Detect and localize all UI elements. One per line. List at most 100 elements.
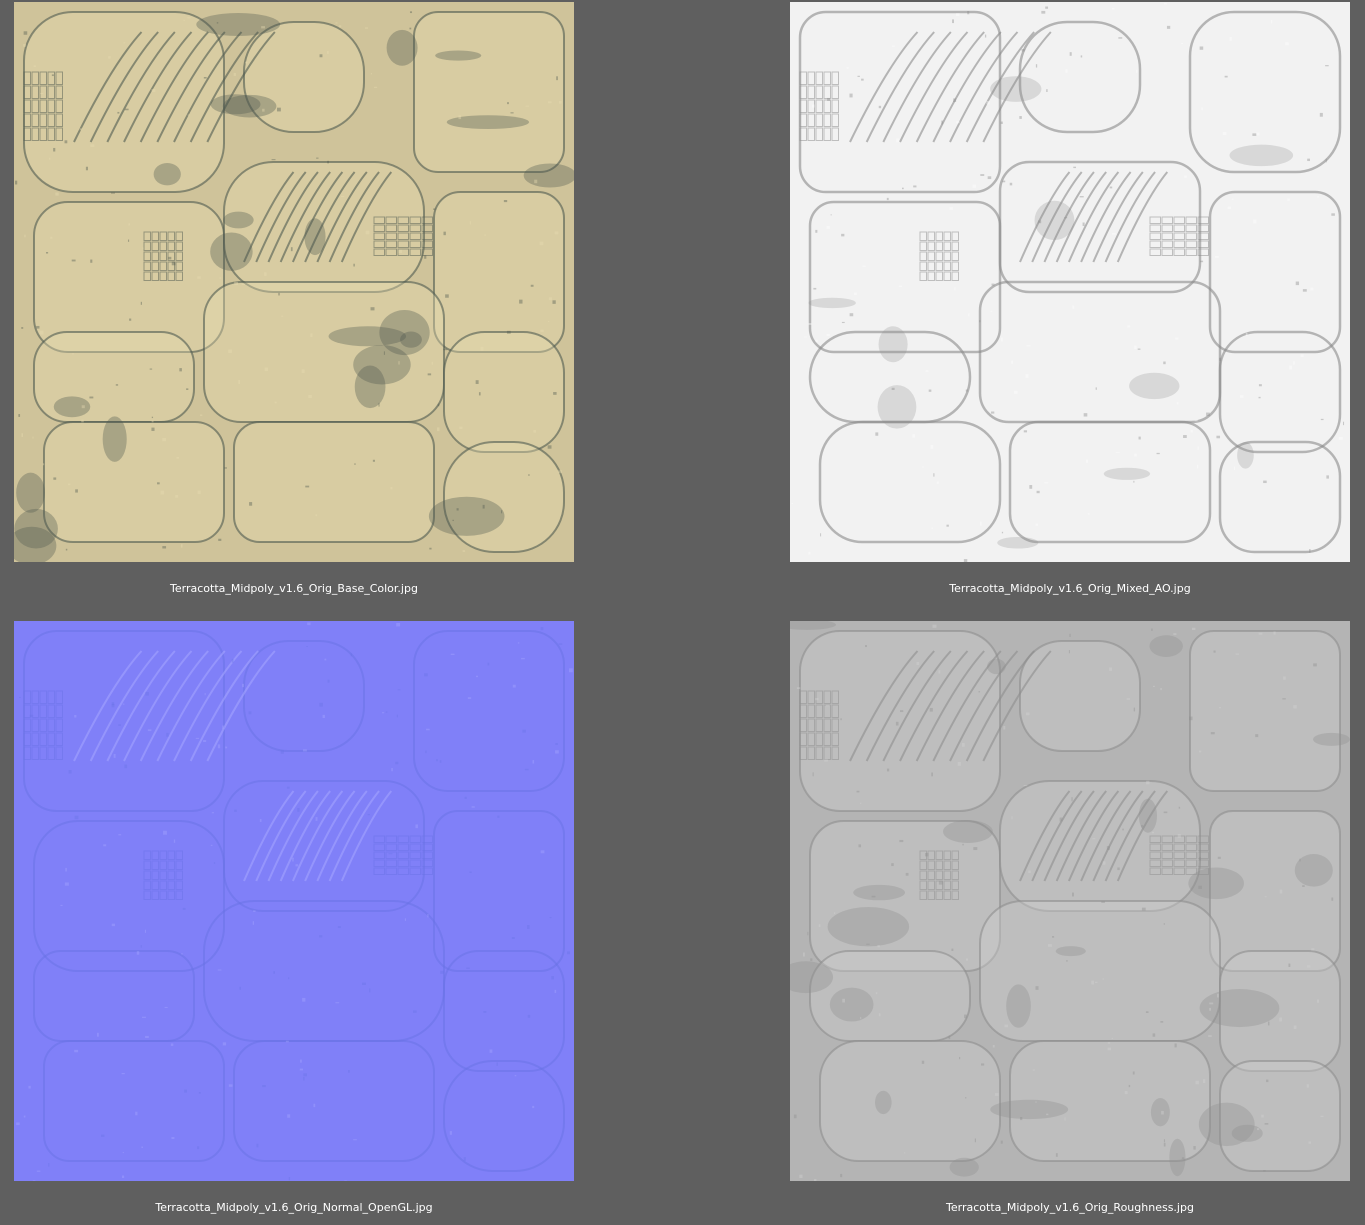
speckle bbox=[512, 684, 516, 688]
speckle bbox=[1064, 217, 1068, 219]
speckle bbox=[75, 489, 78, 493]
speckle bbox=[72, 353, 74, 355]
speckle bbox=[1138, 436, 1141, 440]
speckle bbox=[547, 445, 552, 449]
speckle bbox=[370, 307, 375, 311]
speckle bbox=[443, 348, 448, 351]
speckle bbox=[804, 336, 808, 338]
speckle bbox=[891, 387, 895, 390]
speckle bbox=[166, 732, 169, 737]
speckle bbox=[525, 105, 530, 107]
speckle bbox=[224, 467, 227, 469]
speckle bbox=[140, 301, 143, 305]
speckle bbox=[1310, 287, 1314, 291]
speckle bbox=[145, 691, 149, 696]
speckle bbox=[1199, 856, 1202, 861]
speckle bbox=[181, 953, 183, 955]
speckle bbox=[1326, 475, 1329, 479]
speckle bbox=[1035, 523, 1039, 526]
speckle bbox=[948, 1035, 951, 1040]
speckle bbox=[973, 847, 978, 851]
speckle bbox=[549, 916, 552, 919]
speckle bbox=[1258, 384, 1262, 387]
speckle bbox=[288, 1177, 291, 1181]
speckle bbox=[68, 770, 72, 774]
thumbnail-roughness[interactable] bbox=[790, 621, 1350, 1181]
speckle bbox=[1004, 1024, 1008, 1028]
stain-patch bbox=[1055, 946, 1086, 957]
speckle bbox=[142, 1016, 146, 1018]
speckle bbox=[210, 844, 213, 846]
speckle bbox=[278, 292, 280, 296]
speckle bbox=[14, 180, 18, 185]
thumbnail-base-color[interactable] bbox=[14, 2, 574, 562]
speckle bbox=[459, 426, 463, 429]
speckle bbox=[121, 1175, 125, 1179]
speckle bbox=[1102, 978, 1104, 980]
speckle bbox=[905, 872, 909, 876]
speckle bbox=[916, 661, 920, 665]
speckle bbox=[74, 815, 79, 820]
thumbnail-normal-opengl[interactable] bbox=[14, 621, 574, 1181]
speckle bbox=[1253, 219, 1257, 224]
speckle bbox=[315, 514, 318, 517]
speckle bbox=[964, 1014, 967, 1019]
speckle bbox=[555, 750, 559, 754]
speckle bbox=[127, 239, 130, 242]
speckle bbox=[1235, 653, 1240, 655]
stain-patch bbox=[102, 416, 127, 462]
speckle bbox=[1166, 25, 1171, 29]
speckle bbox=[36, 325, 40, 329]
speckle bbox=[1178, 806, 1181, 809]
speckle bbox=[264, 367, 268, 372]
speckle bbox=[187, 114, 190, 116]
fragment-shape bbox=[233, 421, 435, 543]
speckle bbox=[554, 989, 557, 993]
speckle bbox=[808, 323, 812, 325]
speckle bbox=[391, 767, 393, 772]
speckle bbox=[211, 812, 214, 814]
speckle bbox=[1176, 402, 1179, 405]
speckle bbox=[877, 945, 880, 948]
speckle bbox=[409, 11, 413, 14]
speckle bbox=[1325, 65, 1329, 67]
speckle bbox=[1087, 513, 1090, 515]
speckle bbox=[285, 1040, 289, 1043]
thumbnail-mixed-ao[interactable] bbox=[790, 2, 1350, 562]
speckle bbox=[1071, 797, 1073, 802]
speckle bbox=[1071, 892, 1074, 897]
speckle bbox=[1279, 1017, 1282, 1022]
speckle bbox=[171, 1137, 175, 1140]
speckle bbox=[1320, 1115, 1324, 1118]
speckle bbox=[1289, 365, 1293, 370]
thumbnail-caption[interactable]: Terracotta_Midpoly_v1.6_Orig_Mixed_AO.jp… bbox=[790, 582, 1350, 596]
speckle bbox=[151, 420, 154, 423]
speckle bbox=[1072, 305, 1075, 309]
speckle bbox=[875, 432, 879, 436]
speckle bbox=[1011, 816, 1013, 820]
thumbnail-caption[interactable]: Terracotta_Midpoly_v1.6_Orig_Normal_Open… bbox=[14, 1201, 574, 1215]
speckle bbox=[1201, 107, 1203, 111]
speckle bbox=[1079, 196, 1084, 198]
speckle bbox=[1102, 861, 1106, 865]
speckle bbox=[1085, 459, 1088, 463]
speckle bbox=[141, 1146, 143, 1149]
speckle bbox=[248, 711, 252, 715]
speckle bbox=[340, 195, 345, 198]
speckle bbox=[1270, 19, 1273, 24]
speckle bbox=[295, 864, 299, 867]
speckle bbox=[1111, 7, 1115, 10]
thumbnail-caption[interactable]: Terracotta_Midpoly_v1.6_Orig_Roughness.j… bbox=[790, 1201, 1350, 1215]
speckle bbox=[534, 179, 538, 184]
speckle bbox=[151, 416, 154, 419]
stain-patch bbox=[1129, 372, 1180, 400]
speckle bbox=[122, 1151, 124, 1154]
speckle bbox=[302, 749, 307, 752]
speckle bbox=[1128, 1084, 1131, 1088]
speckle bbox=[1109, 186, 1113, 189]
speckle bbox=[135, 1111, 138, 1116]
speckle bbox=[353, 1139, 357, 1141]
thumbnail-caption[interactable]: Terracotta_Midpoly_v1.6_Orig_Base_Color.… bbox=[14, 582, 574, 596]
texture-image bbox=[14, 2, 574, 562]
stain-patch bbox=[874, 1090, 892, 1115]
